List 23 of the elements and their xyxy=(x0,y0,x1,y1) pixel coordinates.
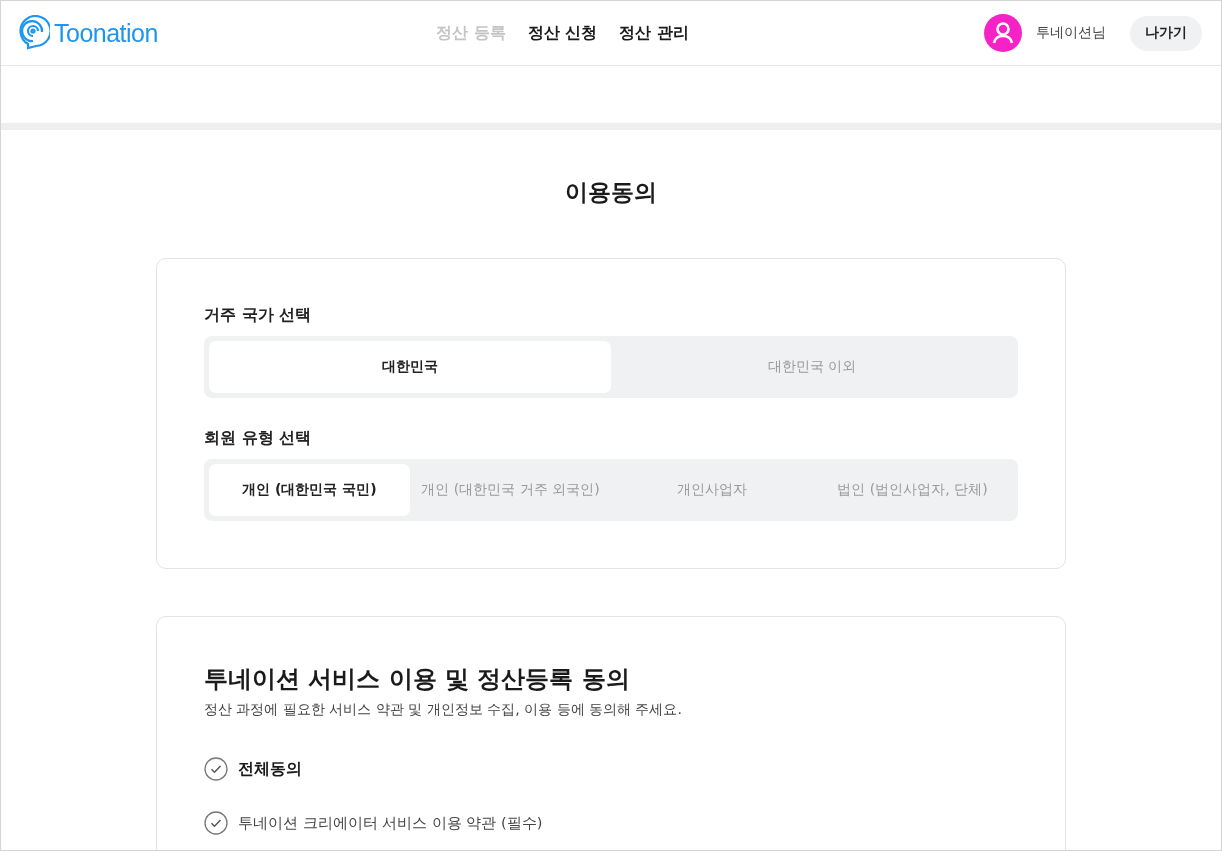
avatar-icon[interactable] xyxy=(984,14,1022,52)
checkbox[interactable] xyxy=(204,757,228,781)
segment-option[interactable]: 개인 (대한민국 국민) xyxy=(209,464,410,516)
agreement-label: 투네이션 크리에이터 서비스 이용 약관 (필수) xyxy=(238,813,543,833)
group-label: 거주 국가 선택 xyxy=(204,305,313,326)
nav-link[interactable]: 정산 등록 xyxy=(436,22,506,44)
nav-link[interactable]: 정산 신청 xyxy=(527,22,598,44)
agreement-title: 투네이션 서비스 이용 및 정산등록 동의 xyxy=(204,664,631,695)
segment-option[interactable]: 대한민국 이외 xyxy=(611,341,1013,393)
page-title: 이용동의 xyxy=(565,178,657,207)
nav-link[interactable]: 정산 관리 xyxy=(619,22,689,44)
logo-icon xyxy=(16,15,50,51)
segment-option[interactable]: 법인 (법인사업자, 단체) xyxy=(812,464,1013,516)
logo-text[interactable]: Toonation xyxy=(54,18,158,48)
checkbox[interactable] xyxy=(204,811,228,835)
exit-button[interactable]: 나가기 xyxy=(1130,15,1202,51)
segment-option[interactable]: 개인사업자 xyxy=(611,464,812,516)
group-label: 회원 유형 선택 xyxy=(204,428,313,449)
segment-option[interactable]: 개인 (대한민국 거주 외국인) xyxy=(410,464,611,516)
agreement-label: 전체동의 xyxy=(238,758,302,780)
user-name: 투네이션님 xyxy=(1036,24,1106,42)
segment-option[interactable]: 대한민국 xyxy=(209,341,611,393)
agreement-subtitle: 정산 과정에 필요한 서비스 약관 및 개인정보 수집, 이용 등에 동의해 주세요. xyxy=(204,701,683,719)
